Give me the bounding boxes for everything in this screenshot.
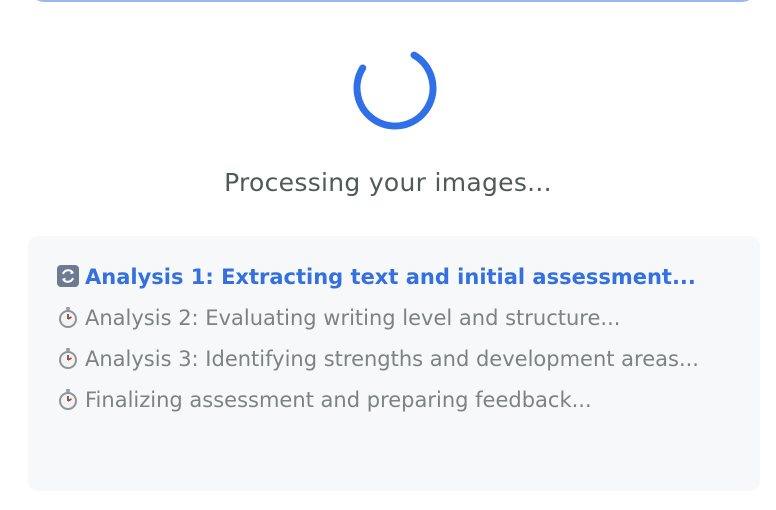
step-item-analysis-3: Analysis 3: Identifying strengths and de…: [57, 342, 722, 376]
step-label: Finalizing assessment and preparing feed…: [85, 388, 592, 412]
loading-spinner-icon: [353, 46, 437, 130]
refresh-icon: [57, 263, 79, 287]
upload-panel-edge: [30, 0, 756, 2]
step-label: Analysis 2: Evaluating writing level and…: [85, 306, 621, 330]
stopwatch-icon: [57, 345, 79, 369]
step-item-analysis-1: Analysis 1: Extracting text and initial …: [57, 260, 722, 294]
analysis-steps-card: Analysis 1: Extracting text and initial …: [28, 236, 760, 491]
stopwatch-icon: [57, 386, 79, 410]
processing-page: Processing your images... Analysis 1: Ex…: [0, 0, 776, 510]
processing-message: Processing your images...: [224, 168, 552, 197]
step-label: Analysis 1: Extracting text and initial …: [85, 265, 696, 289]
analysis-steps-list: Analysis 1: Extracting text and initial …: [28, 236, 760, 417]
step-item-finalizing: Finalizing assessment and preparing feed…: [57, 383, 722, 417]
stopwatch-icon: [57, 304, 79, 328]
step-item-analysis-2: Analysis 2: Evaluating writing level and…: [57, 301, 722, 335]
step-label: Analysis 3: Identifying strengths and de…: [85, 347, 699, 371]
